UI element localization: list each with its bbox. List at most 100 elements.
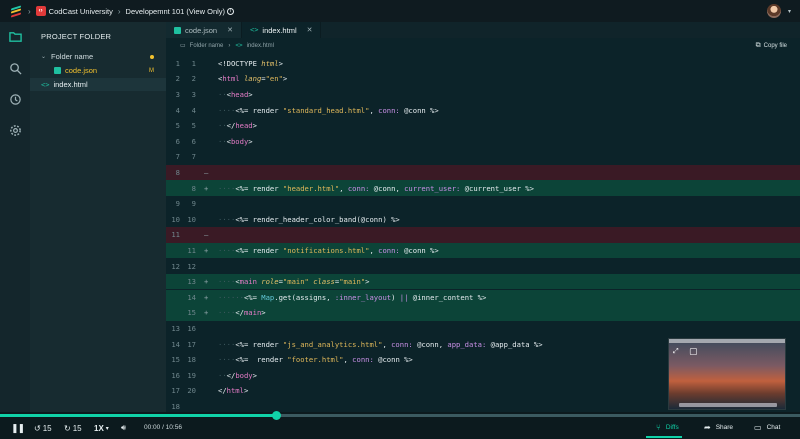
forward-label: 15 bbox=[72, 423, 82, 433]
rail-search[interactable] bbox=[0, 56, 30, 80]
forward-icon: ↻ bbox=[64, 423, 71, 433]
modified-badge: M bbox=[149, 67, 154, 74]
code-line-added: 14 + ······<%= Map.get(assigns, :inner_lay… bbox=[166, 289, 800, 306]
chevron-down-icon[interactable]: ▾ bbox=[788, 8, 791, 15]
diff-marker: + bbox=[204, 183, 209, 193]
file-name: code.json bbox=[65, 66, 98, 75]
chevron-right-icon: › bbox=[117, 6, 121, 16]
code-text: </html> bbox=[218, 386, 249, 396]
close-icon[interactable]: ✕ bbox=[307, 26, 313, 34]
progress-fill bbox=[0, 414, 276, 417]
new-line-number: 17 bbox=[187, 339, 196, 349]
diff-marker: + bbox=[204, 292, 209, 302]
tab-index-html[interactable]: <> index.html ✕ bbox=[241, 22, 322, 38]
code-line: 10 10 ····<%= render_header_color_band(@co… bbox=[166, 212, 800, 228]
code-line-added: 8 + ····<%= render "header.html", conn: @c… bbox=[166, 180, 800, 196]
code-text: ····<main role="main" class="main"> bbox=[218, 277, 370, 287]
pip-toggle-icon[interactable]: ▢ bbox=[689, 346, 698, 357]
chevron-down-icon: ⌄ bbox=[41, 54, 47, 60]
code-text: ······<%= Map.get(assigns, :inner_layout… bbox=[218, 292, 487, 302]
code-text: ····<%= render_header_color_band(@conn) … bbox=[218, 214, 400, 224]
chat-button[interactable]: ▭ Chat bbox=[754, 423, 780, 432]
diffs-icon: ⑂ bbox=[656, 423, 661, 432]
tree-folder[interactable]: ⌄ Folder name bbox=[30, 50, 166, 63]
course-title: Developemnt 101 (View Only) bbox=[125, 6, 226, 16]
chevron-down-icon: ▾ bbox=[105, 425, 109, 432]
old-line-number: 6 bbox=[175, 136, 180, 146]
diffs-active-indicator bbox=[646, 436, 682, 438]
close-icon[interactable]: ✕ bbox=[227, 26, 233, 34]
tree-file-index-html[interactable]: <> index.html bbox=[30, 78, 166, 91]
copy-icon: ⧉ bbox=[755, 42, 761, 49]
pause-button[interactable]: ❚❚ bbox=[11, 422, 25, 434]
chat-icon: ▭ bbox=[754, 423, 762, 432]
old-line-number: 7 bbox=[175, 152, 180, 162]
code-line: 6 6 ··<body> bbox=[166, 134, 800, 150]
old-line-number: 1 bbox=[175, 58, 180, 68]
speed-button[interactable]: 1X ▾ bbox=[94, 422, 109, 434]
copy-file-button[interactable]: ⧉ Copy file bbox=[756, 42, 787, 50]
code-line: 77 bbox=[166, 149, 800, 165]
video-dock bbox=[679, 403, 777, 407]
settings-icon bbox=[9, 124, 21, 136]
json-file-icon bbox=[54, 67, 61, 74]
volume-button[interactable]: 🔊︎ bbox=[121, 422, 126, 434]
app-logo-icon[interactable] bbox=[11, 4, 23, 18]
old-line-number: 9 bbox=[175, 199, 180, 209]
top-bar: › ‹› CodCast University › Developemnt 10… bbox=[0, 0, 800, 22]
tab-code-json[interactable]: code.json ✕ bbox=[166, 22, 242, 38]
new-line-number: 13 bbox=[187, 277, 196, 287]
org-name: CodCast University bbox=[48, 6, 113, 16]
progress-handle[interactable] bbox=[271, 411, 281, 420]
breadcrumb-folder[interactable]: Folder name bbox=[190, 43, 224, 49]
new-line-number: 5 bbox=[191, 121, 196, 131]
avatar[interactable] bbox=[767, 4, 781, 18]
new-line-number: 18 bbox=[187, 355, 196, 365]
tree-file-code-json[interactable]: code.json M bbox=[30, 64, 166, 77]
rail-settings[interactable] bbox=[0, 118, 30, 142]
forward-15-button[interactable]: ↻ 15 bbox=[64, 422, 82, 434]
new-line-number: 8 bbox=[191, 183, 196, 193]
code-line-removed: 11 – bbox=[166, 227, 800, 243]
diff-marker: – bbox=[204, 230, 209, 240]
code-text: ····<%= render "notifications.html", con… bbox=[218, 245, 439, 255]
code-text: <!DOCTYPE html> bbox=[218, 58, 283, 68]
new-line-number: 10 bbox=[187, 214, 196, 224]
code-line: 3 3 ··<head> bbox=[166, 87, 800, 103]
rail-history[interactable] bbox=[0, 87, 30, 111]
diffs-button[interactable]: ⑂ Diffs bbox=[656, 423, 679, 432]
new-line-number: 4 bbox=[191, 105, 196, 115]
expand-icon[interactable]: ⤢ bbox=[673, 348, 679, 356]
code-line: 13 16 bbox=[166, 321, 800, 337]
search-icon bbox=[9, 62, 22, 75]
new-line-number: 9 bbox=[191, 199, 196, 209]
diff-marker: – bbox=[204, 167, 209, 177]
old-line-number: 16 bbox=[171, 370, 180, 380]
panel-title: PROJECT FOLDER bbox=[41, 32, 112, 41]
org-breadcrumb[interactable]: ‹› CodCast University bbox=[35, 6, 113, 16]
breadcrumb-file[interactable]: index.html bbox=[247, 43, 274, 49]
chat-label: Chat bbox=[766, 424, 781, 431]
code-line: 2 2 <html lang="en"> bbox=[166, 71, 800, 87]
tab-label: index.html bbox=[262, 25, 297, 35]
history-icon bbox=[9, 93, 21, 105]
rewind-15-button[interactable]: ↺ 15 bbox=[34, 422, 52, 434]
rail-explorer[interactable] bbox=[0, 24, 30, 48]
code-line: 4 4 ····<%= render "standard_head.html", c… bbox=[166, 102, 800, 118]
diff-marker: + bbox=[204, 277, 209, 287]
volume-icon: 🔊︎ bbox=[121, 423, 127, 432]
code-line-removed: 8– bbox=[166, 164, 800, 181]
info-icon[interactable]: i bbox=[227, 7, 235, 15]
old-line-number: 2 bbox=[175, 74, 180, 84]
tab-label: code.json bbox=[185, 25, 218, 35]
speed-label: 1X bbox=[94, 423, 104, 433]
video-pip[interactable]: ⤢ ▢ bbox=[668, 338, 786, 410]
folder-name: Folder name bbox=[51, 52, 94, 61]
code-line-added: 13 + ····<main role="main" class="main"> bbox=[166, 273, 800, 290]
share-button[interactable]: ➦ Share bbox=[704, 423, 733, 432]
new-line-number: 6 bbox=[191, 136, 196, 146]
old-line-number: 3 bbox=[175, 89, 180, 99]
code-text: ····<%= render "header.html", conn: @con… bbox=[218, 183, 534, 193]
new-line-number: 12 bbox=[187, 261, 196, 271]
code-line: 99 bbox=[166, 196, 800, 212]
